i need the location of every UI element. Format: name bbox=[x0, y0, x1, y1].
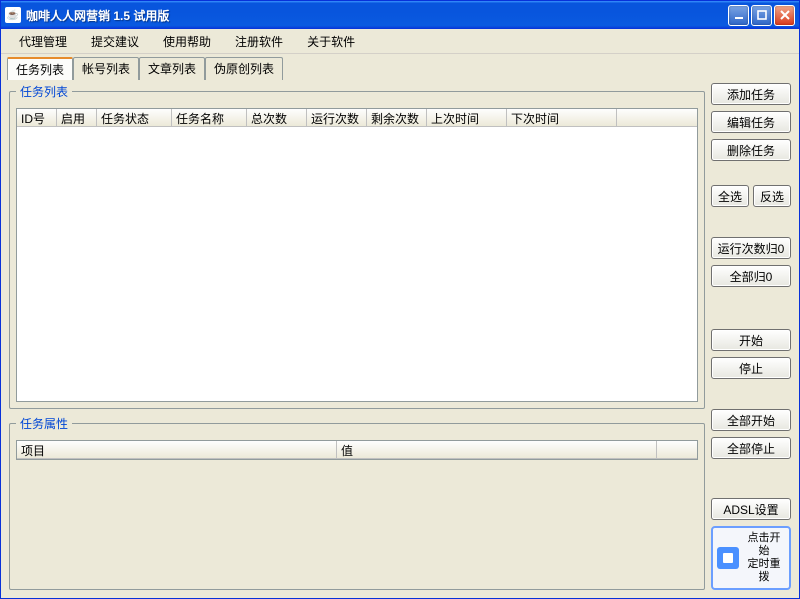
select-all-button[interactable]: 全选 bbox=[711, 185, 749, 207]
delete-task-button[interactable]: 删除任务 bbox=[711, 139, 791, 161]
start-button[interactable]: 开始 bbox=[711, 329, 791, 351]
menu-proxy[interactable]: 代理管理 bbox=[7, 30, 79, 53]
menu-help[interactable]: 使用帮助 bbox=[151, 30, 223, 53]
task-list-legend: 任务列表 bbox=[16, 83, 72, 100]
task-props-legend: 任务属性 bbox=[16, 415, 72, 432]
tab-pseudo[interactable]: 伪原创列表 bbox=[205, 57, 283, 80]
task-col-2[interactable]: 任务状态 bbox=[97, 109, 172, 126]
prop-col-0[interactable]: 项目 bbox=[17, 441, 337, 458]
invert-select-button[interactable]: 反选 bbox=[753, 185, 791, 207]
adsl-settings-button[interactable]: ADSL设置 bbox=[711, 498, 791, 520]
minimize-button[interactable] bbox=[728, 5, 749, 26]
titlebar: ☕ 咖啡人人网营销 1.5 试用版 bbox=[1, 1, 799, 29]
adsl-redial-button[interactable]: 点击开始定时重拨 bbox=[711, 526, 791, 590]
task-col-3[interactable]: 任务名称 bbox=[172, 109, 247, 126]
task-col-0[interactable]: ID号 bbox=[17, 109, 57, 126]
tab-accounts[interactable]: 帐号列表 bbox=[73, 57, 139, 80]
stop-all-button[interactable]: 全部停止 bbox=[711, 437, 791, 459]
menu-register[interactable]: 注册软件 bbox=[223, 30, 295, 53]
tab-tasks[interactable]: 任务列表 bbox=[7, 57, 73, 80]
task-col-6[interactable]: 剩余次数 bbox=[367, 109, 427, 126]
menu-about[interactable]: 关于软件 bbox=[295, 30, 367, 53]
side-buttons: 添加任务 编辑任务 删除任务 全选 反选 运行次数归0 全部归0 开始 停止 全… bbox=[711, 83, 791, 590]
prop-col-1[interactable]: 值 bbox=[337, 441, 657, 458]
adsl-redial-label: 点击开始定时重拨 bbox=[743, 532, 785, 584]
tab-articles[interactable]: 文章列表 bbox=[139, 57, 205, 80]
task-col-5[interactable]: 运行次数 bbox=[307, 109, 367, 126]
reset-runcount-button[interactable]: 运行次数归0 bbox=[711, 237, 791, 259]
props-table[interactable]: 项目值 bbox=[16, 440, 698, 460]
menubar: 代理管理 提交建议 使用帮助 注册软件 关于软件 bbox=[1, 29, 799, 54]
add-task-button[interactable]: 添加任务 bbox=[711, 83, 791, 105]
reset-all-button[interactable]: 全部归0 bbox=[711, 265, 791, 287]
task-col-4[interactable]: 总次数 bbox=[247, 109, 307, 126]
start-all-button[interactable]: 全部开始 bbox=[711, 409, 791, 431]
task-table[interactable]: ID号启用任务状态任务名称总次数运行次数剩余次数上次时间下次时间 bbox=[16, 108, 698, 402]
stop-icon bbox=[717, 547, 739, 569]
task-list-group: 任务列表 ID号启用任务状态任务名称总次数运行次数剩余次数上次时间下次时间 bbox=[9, 83, 705, 409]
stop-button[interactable]: 停止 bbox=[711, 357, 791, 379]
app-icon: ☕ bbox=[5, 7, 21, 23]
close-button[interactable] bbox=[774, 5, 795, 26]
edit-task-button[interactable]: 编辑任务 bbox=[711, 111, 791, 133]
maximize-button[interactable] bbox=[751, 5, 772, 26]
tabs: 任务列表 帐号列表 文章列表 伪原创列表 bbox=[1, 54, 799, 79]
task-col-1[interactable]: 启用 bbox=[57, 109, 97, 126]
task-col-7[interactable]: 上次时间 bbox=[427, 109, 507, 126]
task-col-8[interactable]: 下次时间 bbox=[507, 109, 617, 126]
task-props-group: 任务属性 项目值 bbox=[9, 415, 705, 590]
window-title: 咖啡人人网营销 1.5 试用版 bbox=[26, 7, 728, 24]
menu-feedback[interactable]: 提交建议 bbox=[79, 30, 151, 53]
